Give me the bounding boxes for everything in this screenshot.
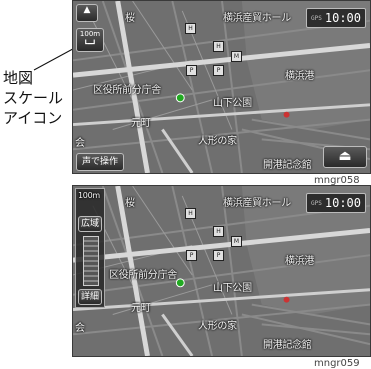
poi-icon: H: [213, 41, 224, 52]
map-label: 人形の家: [198, 321, 237, 332]
poi-icon: P: [213, 65, 224, 76]
map-label: 元町: [131, 303, 151, 314]
clock-display: GPS 10:00: [306, 8, 366, 28]
clock-time: 10:00: [324, 196, 361, 210]
home-icon: ⏏: [338, 148, 352, 164]
map-label: 横浜港: [285, 256, 315, 267]
navigation-map-screen-scale-open: 100m 広域 詳細 GPS 10:00 桜 横浜産貿ホール 横浜港 区役所前分庁…: [72, 185, 371, 357]
clock-time: 10:00: [324, 11, 361, 25]
poi-icon: P: [186, 65, 197, 76]
gps-icon: GPS: [311, 200, 322, 207]
map-label: 山下公園: [213, 283, 252, 294]
map-label: 人形の家: [198, 136, 237, 147]
poi-icon: H: [213, 226, 224, 237]
map-label: 横浜産貿ホール: [223, 13, 291, 24]
map-scale-icon[interactable]: 100m ┗━┛: [76, 28, 104, 52]
poi-icon: H: [185, 23, 196, 34]
scale-slider[interactable]: [83, 236, 99, 286]
map-menu-icon[interactable]: ▲: [76, 4, 98, 22]
scale-value-label: 100m: [79, 30, 101, 38]
map-label: 横浜産貿ホール: [223, 198, 291, 209]
zoom-out-wide-button[interactable]: 広域: [78, 216, 102, 232]
poi-icon: P: [213, 250, 224, 261]
navigation-map-screen-default: ▲ 100m ┗━┛ GPS 10:00 桜 横浜産貿ホール 横浜港 区役所前分庁舎…: [72, 0, 371, 174]
callout-line-2: スケール: [3, 89, 64, 107]
map-label: 会: [75, 138, 85, 149]
poi-icon: M: [231, 51, 242, 62]
map-label: 区役所前分庁舎: [109, 270, 177, 281]
zoom-in-detail-button[interactable]: 詳細: [78, 289, 102, 305]
gps-icon: GPS: [311, 15, 322, 22]
map-label: 開港記念館: [263, 160, 312, 171]
poi-icon: H: [185, 208, 196, 219]
map-label: 会: [75, 323, 85, 334]
callout-line-3: アイコン: [3, 109, 63, 127]
callout-line-1: 地図: [3, 69, 34, 87]
map-scale-icon-callout: 地図 スケール アイコン: [3, 68, 67, 128]
figure-caption-bottom: mngr059: [314, 358, 360, 369]
clock-display: GPS 10:00: [306, 193, 366, 213]
poi-icon: P: [186, 250, 197, 261]
map-label: 横浜港: [285, 71, 315, 82]
detail-button-label: 詳細: [80, 292, 99, 302]
map-label: 開港記念館: [263, 340, 312, 351]
map-label: 桜: [125, 198, 135, 209]
map-label: 区役所前分庁舎: [93, 85, 161, 96]
home-button[interactable]: ⏏: [323, 146, 367, 168]
scale-value-label: 100m: [78, 191, 100, 200]
poi-icon: M: [231, 236, 242, 247]
voice-operation-button[interactable]: 声で操作: [76, 153, 124, 171]
map-label: 山下公園: [213, 98, 252, 109]
wide-button-label: 広域: [80, 219, 99, 229]
voice-button-label: 声で操作: [81, 157, 118, 167]
map-label: 元町: [131, 118, 151, 129]
map-label: 桜: [125, 13, 135, 24]
